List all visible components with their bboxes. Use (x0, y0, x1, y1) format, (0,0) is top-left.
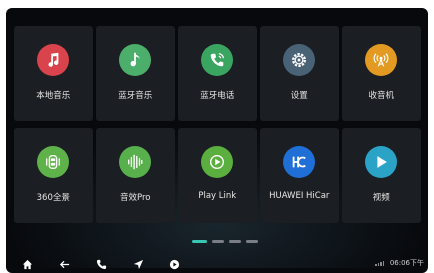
navigation-button[interactable] (129, 255, 147, 273)
app-tile-bluetooth-phone[interactable]: 蓝牙电话 (178, 26, 257, 121)
page-dot[interactable] (246, 240, 258, 243)
app-icon-circle (119, 146, 152, 178)
app-icon-circle (365, 146, 398, 178)
signal-strength-icon (375, 261, 384, 266)
app-tile-bluetooth-music[interactable]: 蓝牙音乐 (96, 26, 175, 121)
navigation-arrow-icon (133, 259, 143, 269)
car-infotainment-screen: 本地音乐 蓝牙音乐 蓝牙电话 设置 收音机 360全景 音效Pro Play L… (6, 8, 428, 273)
hicar-logo-icon (292, 156, 307, 168)
music-note-icon (48, 52, 59, 67)
home-icon (22, 259, 32, 269)
app-icon-circle (37, 146, 70, 178)
app-label: 蓝牙电话 (200, 91, 235, 101)
bottom-dock: 06:06下午 (6, 255, 428, 273)
clock-time: 06:06下午 (389, 259, 424, 267)
media-button[interactable] (165, 255, 183, 273)
app-tile-radio[interactable]: 收音机 (342, 26, 421, 121)
app-label: 360全景 (36, 193, 70, 203)
app-icon-circle (201, 146, 234, 178)
play-circle-icon (210, 154, 225, 170)
sound-wave-icon (128, 154, 143, 170)
app-label: 收音机 (368, 91, 394, 101)
car-top-view-icon (46, 154, 61, 170)
play-circle-icon (169, 259, 179, 269)
app-label: Play Link (198, 191, 237, 201)
page-indicator (192, 240, 258, 243)
app-tile-audio-effects[interactable]: 音效Pro (96, 128, 175, 223)
phone-icon (210, 53, 225, 67)
app-tile-play-link[interactable]: Play Link (178, 128, 257, 223)
back-arrow-icon (59, 260, 69, 268)
back-button[interactable] (55, 255, 73, 273)
gear-icon (292, 53, 307, 67)
app-label: 本地音乐 (36, 91, 71, 101)
app-label: HUAWEI HiCar (269, 191, 330, 201)
app-tile-settings[interactable]: 设置 (260, 26, 339, 121)
page-dot[interactable] (192, 240, 207, 243)
app-tile-local-music[interactable]: 本地音乐 (14, 26, 93, 121)
app-label: 视频 (372, 193, 390, 203)
page-dot[interactable] (229, 240, 241, 243)
app-icon-circle (37, 44, 70, 76)
app-icon-circle (283, 146, 316, 178)
page-dot[interactable] (212, 240, 224, 243)
radio-antenna-icon (373, 53, 389, 67)
app-icon-circle (201, 44, 234, 76)
app-tile-huawei-hicar[interactable]: HUAWEI HiCar (260, 128, 339, 223)
app-grid: 本地音乐 蓝牙音乐 蓝牙电话 设置 收音机 360全景 音效Pro Play L… (14, 26, 421, 224)
app-label: 音效Pro (120, 193, 151, 203)
app-icon-circle (119, 44, 152, 76)
phone-icon (96, 259, 106, 269)
app-tile-video[interactable]: 视频 (342, 128, 421, 223)
play-triangle-icon (377, 156, 388, 168)
app-label: 蓝牙音乐 (118, 91, 153, 101)
app-icon-circle (283, 44, 316, 76)
phone-button[interactable] (92, 255, 110, 273)
app-tile-360-view[interactable]: 360全景 (14, 128, 93, 223)
home-button[interactable] (18, 255, 36, 273)
app-icon-circle (365, 44, 398, 76)
music-note-icon (130, 52, 140, 67)
app-label: 设置 (290, 91, 308, 101)
